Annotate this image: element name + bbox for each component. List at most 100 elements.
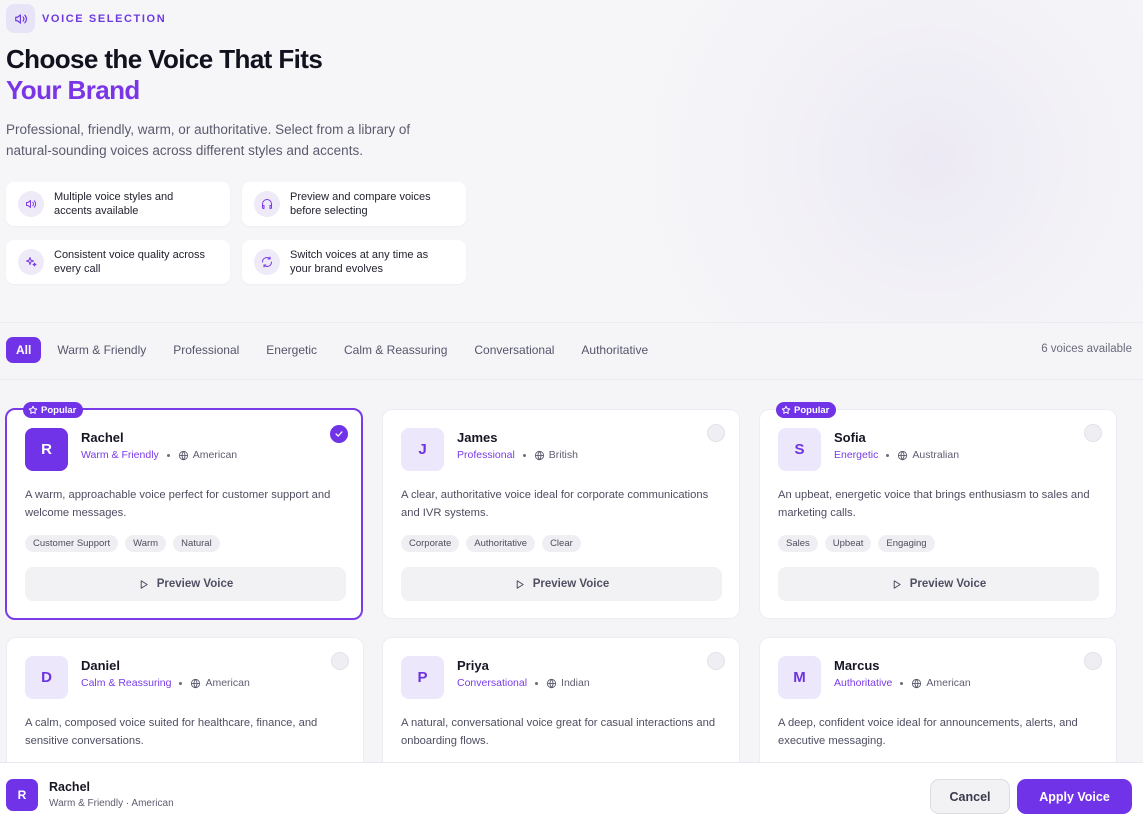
voice-accent: American [926,677,971,689]
tag: Natural [173,535,220,552]
voice-style: Conversational [457,677,528,689]
feature-item: Switch voices at any time as your brand … [242,240,466,284]
filter-tab-authoritative[interactable]: Authoritative [571,337,658,363]
feature-text: Consistent voice quality across every ca… [54,249,206,275]
globe-icon [898,450,908,460]
avatar: M [778,656,821,699]
select-radio[interactable] [707,424,725,442]
voice-meta: Conversational Indian [457,677,590,689]
feature-text: Multiple voice styles and accents availa… [54,191,174,217]
select-radio[interactable] [1084,424,1102,442]
hero-section: VOICE SELECTION Choose the Voice That Fi… [0,0,1143,322]
globe-icon [546,678,557,688]
check-icon [335,431,343,437]
avatar: S [778,428,821,471]
tag: Authoritative [466,535,536,552]
select-radio[interactable] [1084,652,1102,670]
preview-voice-button[interactable]: Preview Voice [778,567,1099,601]
tag: Engaging [878,535,935,552]
voice-meta: Calm & Reassuring American [81,677,250,689]
avatar: D [25,656,68,699]
globe-icon [534,450,544,460]
speaker-icon [6,4,35,33]
preview-voice-button[interactable]: Preview Voice [25,567,346,601]
tag: Upbeat [824,535,872,552]
voice-accent: American [205,677,250,689]
page-subtitle: Professional, friendly, warm, or authori… [6,122,411,158]
voice-description: A clear, authoritative voice ideal for c… [401,489,709,519]
play-icon [140,579,148,589]
selection-footer: R Rachel Warm & Friendly · American Canc… [0,762,1143,821]
voice-card-priya[interactable]: P Priya Conversational Indian A natural,… [382,637,740,777]
voice-style: Authoritative [834,677,893,689]
preview-voice-label: Preview Voice [909,578,987,590]
separator-dot [179,681,183,685]
popular-badge: Popular [23,402,84,418]
globe-icon [191,678,201,688]
voice-name: James [457,430,498,445]
feature-text: Switch voices at any time as your brand … [290,249,429,275]
star-icon [781,405,791,414]
voice-card-marcus[interactable]: M Marcus Authoritative American A deep, … [759,637,1117,777]
popular-badge: Popular [776,402,837,418]
select-radio[interactable] [331,652,349,670]
voice-meta: Authoritative American [834,677,971,689]
divider [0,322,1143,323]
refresh-icon [254,249,280,275]
tag: Corporate [401,535,460,552]
page-title-line1: Choose the Voice That Fits [6,44,323,74]
separator-dot [522,453,526,457]
selected-voice-meta: Warm & Friendly · American [49,798,174,809]
play-icon [516,579,524,589]
cancel-button[interactable]: Cancel [930,779,1010,814]
voice-description: An upbeat, energetic voice that brings e… [778,489,1090,519]
popular-badge-label: Popular [41,404,77,416]
preview-voice-button[interactable]: Preview Voice [401,567,722,601]
speaker-icon [18,191,44,217]
selected-voice-avatar: R [6,779,38,811]
filter-tab-calm-reassuring[interactable]: Calm & Reassuring [334,337,457,363]
voice-style: Warm & Friendly [81,449,159,461]
separator-dot [886,453,890,457]
filter-tab-energetic[interactable]: Energetic [256,337,327,363]
voice-meta: Warm & Friendly American [81,449,237,461]
feature-text: Preview and compare voices before select… [290,191,431,217]
filter-tab-warm-friendly[interactable]: Warm & Friendly [47,337,156,363]
tag: Customer Support [25,535,119,552]
voice-name: Daniel [81,658,121,673]
filter-tab-professional[interactable]: Professional [163,337,249,363]
globe-icon [912,678,922,688]
globe-icon [178,450,188,460]
voice-count: 6 voices available [1041,343,1132,355]
feature-item: Preview and compare voices before select… [242,182,466,226]
voice-meta: Energetic Australian [834,449,959,461]
voice-accent: Indian [561,677,590,689]
voice-style: Calm & Reassuring [81,677,172,689]
apply-voice-button[interactable]: Apply Voice [1017,779,1132,814]
filter-tab-conversational[interactable]: Conversational [464,337,564,363]
voice-tags: Corporate Authoritative Clear [401,535,588,552]
tag: Warm [125,535,167,552]
avatar: P [401,656,444,699]
voice-card-james[interactable]: J James Professional British A clear, au… [382,409,740,619]
voice-card-daniel[interactable]: D Daniel Calm & Reassuring American A ca… [6,637,364,777]
filter-tabs: All Warm & Friendly Professional Energet… [6,337,665,363]
sparkle-icon [18,249,44,275]
select-radio[interactable] [330,425,348,443]
eyebrow: VOICE SELECTION [6,4,166,33]
voice-name: Rachel [81,430,124,445]
voice-tags: Customer Support Warm Natural [25,535,227,552]
voice-accent: American [192,449,238,461]
voice-style: Energetic [834,449,879,461]
voice-description: A natural, conversational voice great fo… [401,717,716,747]
voice-name: Priya [457,658,489,673]
filter-tab-all[interactable]: All [6,337,42,363]
selected-voice-name: Rachel [49,780,90,794]
select-radio[interactable] [707,652,725,670]
voice-card-sofia[interactable]: Popular S Sofia Energetic Australian An … [759,402,1117,619]
separator-dot [535,681,539,685]
popular-badge-label: Popular [794,404,830,416]
avatar: J [401,428,444,471]
voice-tags: Sales Upbeat Engaging [778,535,942,552]
voice-card-rachel[interactable]: Popular R Rachel Warm & Friendly America… [5,402,363,620]
